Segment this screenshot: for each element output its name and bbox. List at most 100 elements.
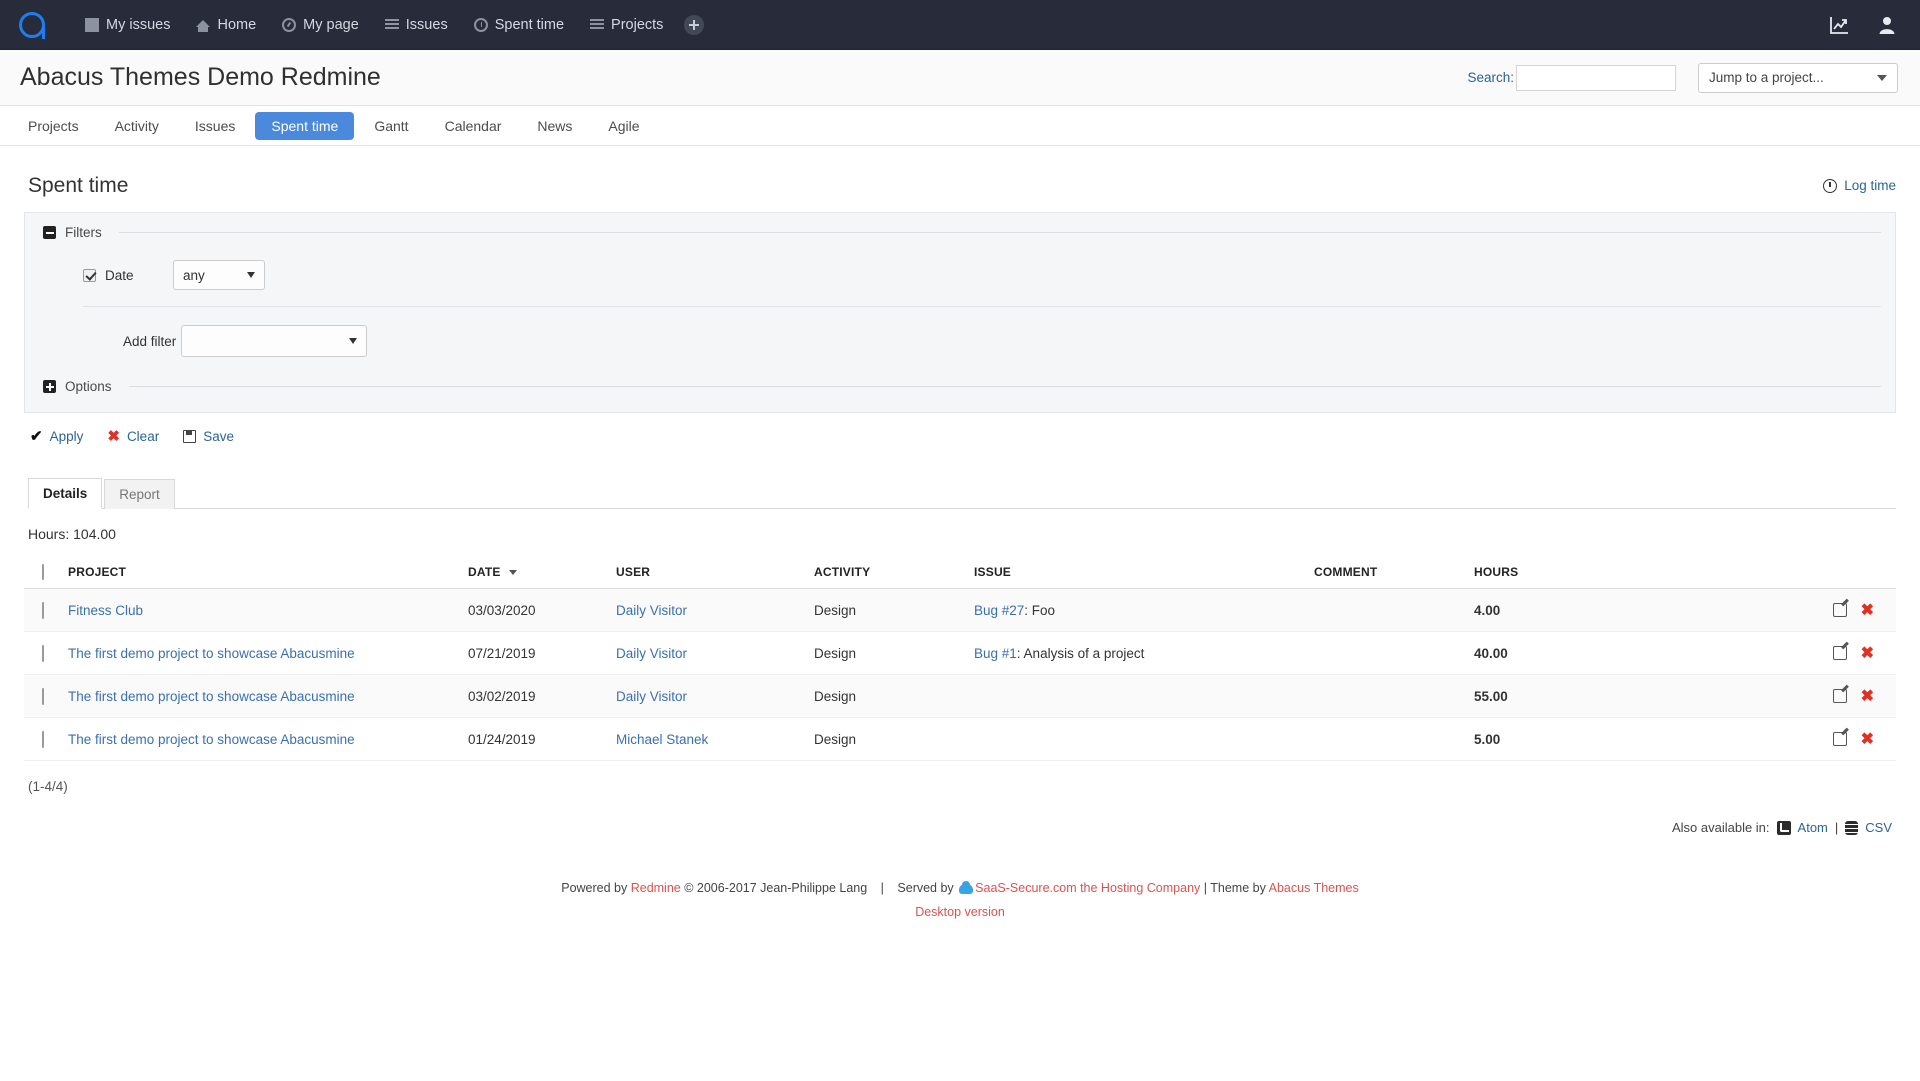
- cloud-icon: [959, 880, 974, 894]
- topnav-spent-time[interactable]: Spent time: [461, 11, 577, 39]
- edit-icon[interactable]: [1832, 689, 1847, 703]
- rss-icon: [1776, 820, 1791, 835]
- redmine-link[interactable]: Redmine: [631, 881, 681, 895]
- topnav-issues[interactable]: Issues: [372, 11, 461, 39]
- cell-actions: ✖: [1588, 674, 1896, 718]
- column-user[interactable]: USER: [610, 556, 808, 589]
- menu-item-projects[interactable]: Projects: [12, 112, 95, 140]
- clock-icon: [473, 17, 488, 32]
- apply-button[interactable]: ✔ Apply: [30, 427, 83, 445]
- user-link[interactable]: Daily Visitor: [616, 646, 687, 661]
- database-icon: [1845, 820, 1859, 835]
- user-link[interactable]: Daily Visitor: [616, 603, 687, 618]
- column-activity[interactable]: ACTIVITY: [808, 556, 968, 589]
- delete-icon[interactable]: ✖: [1861, 688, 1874, 705]
- gauge-icon: [282, 17, 297, 32]
- filter-date-label: Date: [105, 267, 134, 283]
- topnav-home[interactable]: Home: [183, 11, 269, 39]
- log-time-link[interactable]: Log time: [1844, 178, 1896, 193]
- issue-link[interactable]: Bug #27: [974, 603, 1024, 618]
- row-checkbox[interactable]: [42, 687, 44, 705]
- cell-issue: [968, 717, 1308, 761]
- project-link[interactable]: The first demo project to showcase Abacu…: [68, 689, 355, 704]
- delete-icon[interactable]: ✖: [1861, 602, 1874, 619]
- table-body: Fitness Club 03/03/2020 Daily Visitor De…: [24, 588, 1896, 761]
- theme-by-text: | Theme by: [1200, 881, 1269, 895]
- filters-legend[interactable]: Filters: [43, 225, 1881, 240]
- expand-plus-icon[interactable]: [43, 380, 56, 393]
- cell-hours: 4.00: [1468, 588, 1588, 632]
- csv-link[interactable]: CSV: [1865, 820, 1892, 835]
- search-input[interactable]: [1516, 64, 1676, 91]
- chart-icon[interactable]: [1828, 14, 1850, 36]
- row-select-cell: [24, 717, 62, 761]
- menu-item-issues[interactable]: Issues: [179, 112, 251, 140]
- add-new-button[interactable]: [684, 14, 705, 35]
- jump-to-project-select[interactable]: Jump to a project...: [1698, 62, 1898, 93]
- pagination-info: (1-4/4): [28, 779, 68, 794]
- edit-icon[interactable]: [1832, 732, 1847, 746]
- table-row: The first demo project to showcase Abacu…: [24, 631, 1896, 675]
- edit-icon[interactable]: [1832, 646, 1847, 660]
- atom-link[interactable]: Atom: [1798, 820, 1828, 835]
- top-nav-links: My issues Home My page Issues Spent time…: [72, 11, 705, 39]
- check-icon: ✔: [30, 428, 43, 445]
- desktop-version-link[interactable]: Desktop version: [915, 905, 1005, 919]
- filter-date-operator-select[interactable]: any: [173, 260, 265, 290]
- menu-item-calendar[interactable]: Calendar: [429, 112, 518, 140]
- menu-item-spent-time[interactable]: Spent time: [255, 111, 355, 140]
- cell-issue: Bug #27: Foo: [968, 588, 1308, 632]
- cell-issue: [968, 674, 1308, 718]
- host-link[interactable]: SaaS-Secure.com the Hosting Company: [975, 881, 1200, 895]
- user-link[interactable]: Michael Stanek: [616, 732, 708, 747]
- table-row: The first demo project to showcase Abacu…: [24, 717, 1896, 761]
- tab-report[interactable]: Report: [104, 479, 175, 509]
- select-all-checkbox[interactable]: [42, 564, 44, 580]
- column-issue[interactable]: ISSUE: [968, 556, 1308, 589]
- chevron-down-icon: [247, 272, 255, 278]
- project-link[interactable]: The first demo project to showcase Abacu…: [68, 646, 355, 661]
- column-project[interactable]: PROJECT: [62, 556, 462, 589]
- menu-item-gantt[interactable]: Gantt: [358, 112, 424, 140]
- tab-details[interactable]: Details: [28, 478, 103, 509]
- result-tabs: Details Report: [28, 477, 1896, 509]
- cell-actions: ✖: [1588, 631, 1896, 675]
- row-checkbox[interactable]: [42, 601, 44, 619]
- column-comment[interactable]: COMMENT: [1308, 556, 1468, 589]
- save-button[interactable]: Save: [183, 429, 234, 444]
- row-checkbox[interactable]: [42, 730, 44, 748]
- clear-button[interactable]: ✖ Clear: [107, 427, 159, 445]
- project-link[interactable]: The first demo project to showcase Abacu…: [68, 732, 355, 747]
- hours-total: Hours: 104.00: [28, 526, 116, 542]
- menu-item-activity[interactable]: Activity: [99, 112, 175, 140]
- column-hours[interactable]: HOURS: [1468, 556, 1588, 589]
- add-filter-select[interactable]: [181, 325, 367, 357]
- delete-icon[interactable]: ✖: [1861, 731, 1874, 748]
- issue-link[interactable]: Bug #1: [974, 646, 1017, 661]
- user-icon[interactable]: [1876, 14, 1898, 36]
- topnav-my-page[interactable]: My page: [269, 11, 372, 39]
- column-date[interactable]: DATE: [462, 556, 610, 589]
- row-select-cell: [24, 631, 62, 675]
- menu-item-news[interactable]: News: [521, 112, 588, 140]
- top-navigation-bar: My issues Home My page Issues Spent time…: [0, 0, 1920, 50]
- options-legend-label: Options: [65, 379, 112, 394]
- copyright-text: © 2006-2017 Jean-Philippe Lang: [680, 881, 868, 895]
- cell-issue: Bug #1: Analysis of a project: [968, 631, 1308, 675]
- theme-link[interactable]: Abacus Themes: [1269, 881, 1359, 895]
- project-link[interactable]: Fitness Club: [68, 603, 143, 618]
- row-checkbox[interactable]: [42, 644, 44, 662]
- page-head: Spent time Log time: [24, 166, 1896, 212]
- options-legend[interactable]: Options: [43, 379, 1881, 394]
- collapse-minus-icon[interactable]: [43, 226, 56, 239]
- user-link[interactable]: Daily Visitor: [616, 689, 687, 704]
- topnav-my-issues[interactable]: My issues: [72, 11, 183, 39]
- menu-item-agile[interactable]: Agile: [592, 112, 655, 140]
- topnav-projects[interactable]: Projects: [577, 11, 676, 39]
- delete-icon[interactable]: ✖: [1861, 645, 1874, 662]
- abacus-logo-icon: [19, 11, 45, 39]
- other-formats-label: Also available in:: [1671, 820, 1770, 835]
- logo[interactable]: [10, 11, 54, 39]
- edit-icon[interactable]: [1832, 603, 1847, 617]
- filter-date-checkbox[interactable]: [83, 268, 96, 282]
